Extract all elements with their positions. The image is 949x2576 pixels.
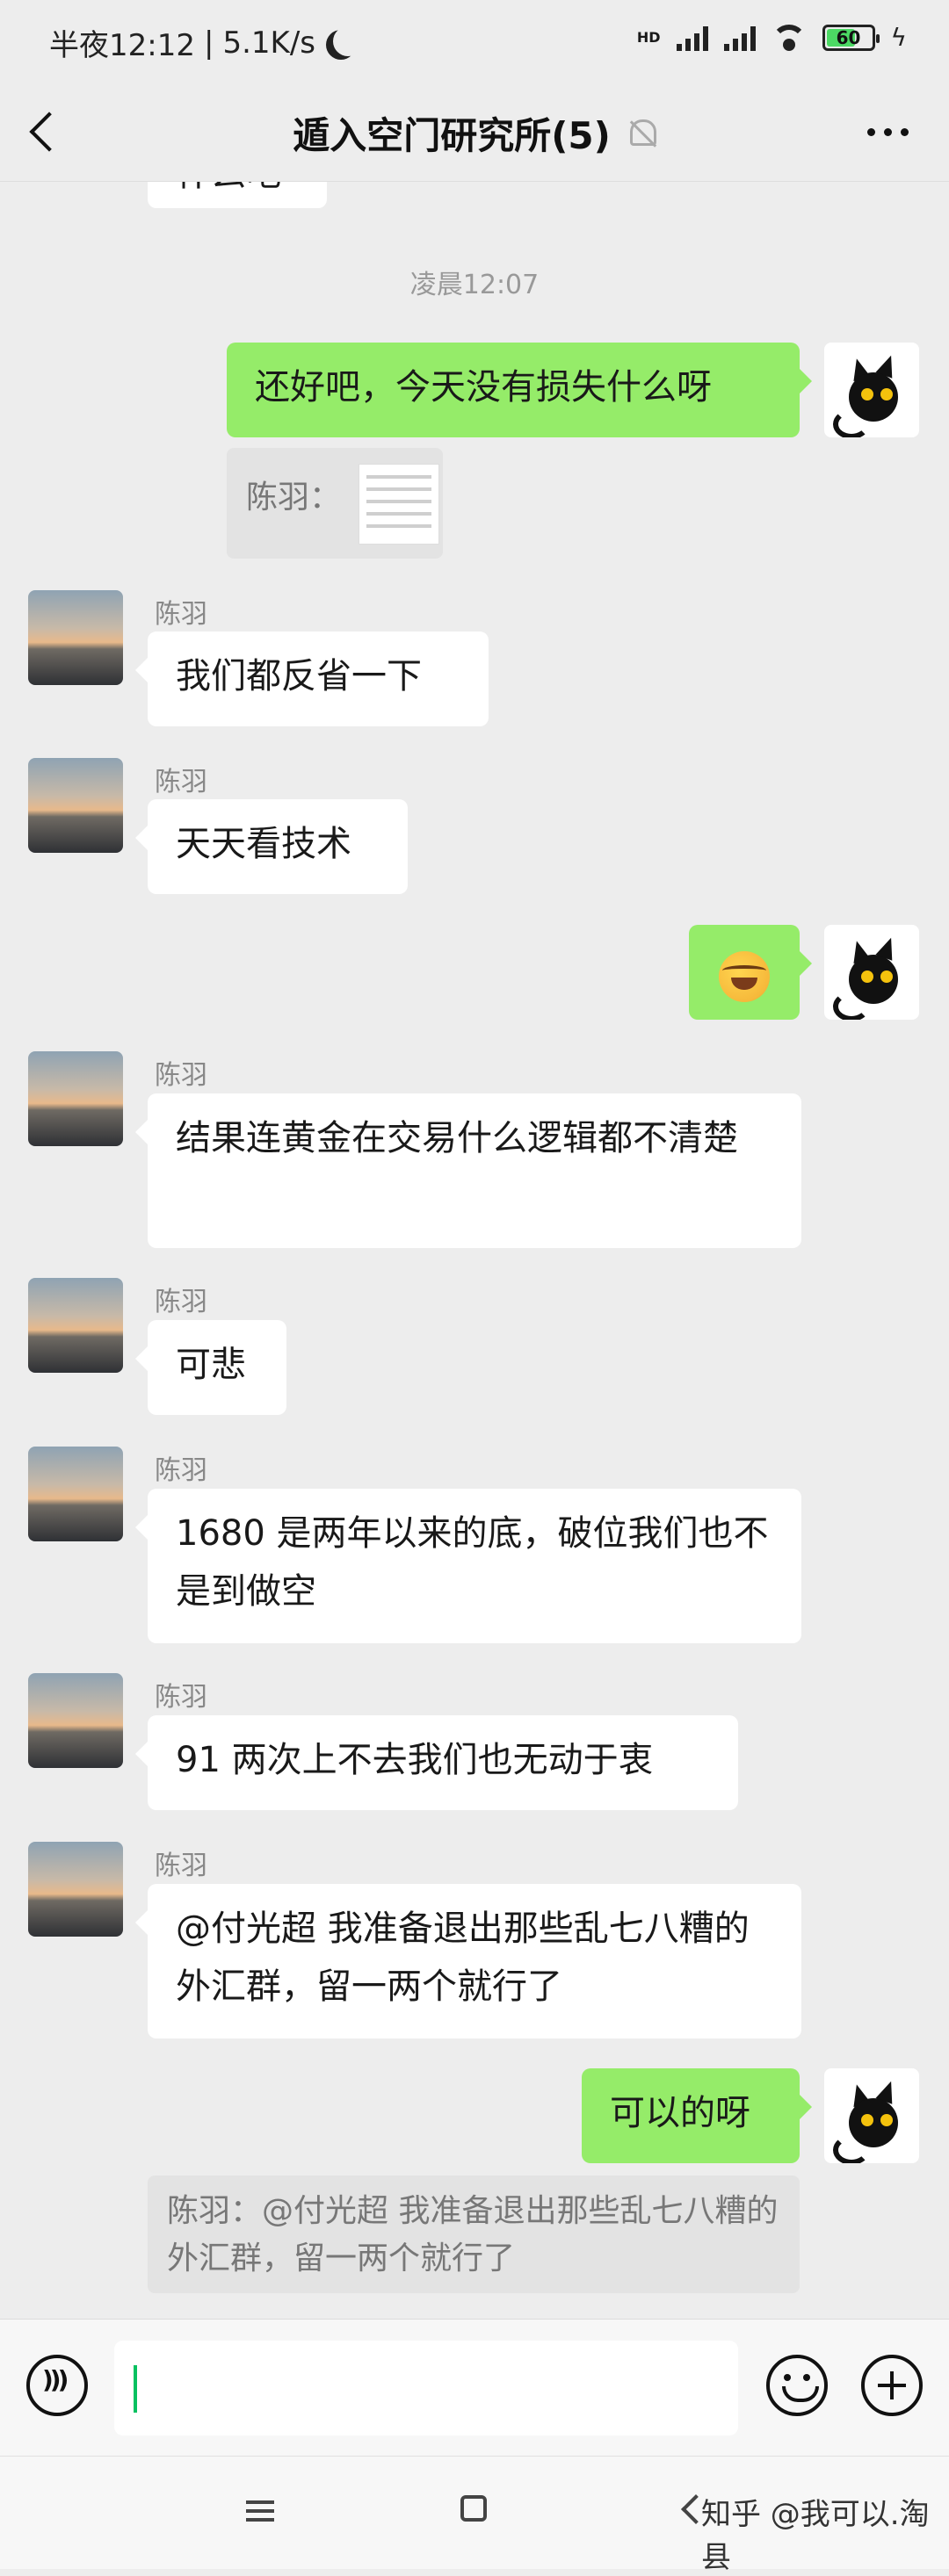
chat-timestamp: 凌晨12:07 bbox=[409, 270, 540, 300]
sender-avatar[interactable] bbox=[28, 758, 123, 853]
hd-label: HD bbox=[636, 29, 661, 46]
message-input[interactable] bbox=[114, 2341, 738, 2435]
status-bar: 半夜12:12 | 5.1K/s HD 60 ϟ bbox=[0, 0, 949, 84]
message-bubble-received[interactable]: 1680 是两年以来的底，破位我们也不是到做空 bbox=[135, 1489, 801, 1643]
sender-avatar[interactable] bbox=[28, 1447, 123, 1541]
quoted-image-reply[interactable]: 陈羽： bbox=[227, 448, 443, 559]
back-icon[interactable] bbox=[29, 112, 69, 152]
charging-icon: ϟ bbox=[890, 23, 907, 52]
chat-title: 遁入空门研究所(5) bbox=[293, 113, 611, 157]
quoted-message-reply[interactable]: 陈羽：@付光超 我准备退出那些乱七八糟的外汇群，留一两个就行了 bbox=[148, 2176, 800, 2293]
sender-avatar[interactable] bbox=[28, 1051, 123, 1146]
laughing-crying-emoji-icon bbox=[719, 951, 770, 1002]
chat-area[interactable]: 什么吧 凌晨12:07 还好吧，今天没有损失什么呀 陈羽： 陈羽 我们都反省一下… bbox=[0, 182, 949, 2316]
system-navigation-bar: 知乎 @我可以.淘县 bbox=[0, 2456, 949, 2575]
status-time: 半夜12:12 bbox=[49, 28, 195, 63]
message-bubble-received[interactable]: 结果连黄金在交易什么逻辑都不清楚 bbox=[135, 1093, 801, 1248]
wifi-icon bbox=[771, 24, 807, 51]
message-bubble-sent-emoji[interactable] bbox=[689, 925, 812, 1020]
message-bubble-received[interactable]: 可悲 bbox=[135, 1320, 286, 1415]
chat-header: 遁入空门研究所(5) bbox=[0, 84, 949, 182]
sender-name: 陈羽 bbox=[155, 1455, 207, 1486]
signal-icon bbox=[676, 25, 708, 51]
my-avatar[interactable] bbox=[824, 2068, 919, 2163]
voice-input-icon[interactable] bbox=[26, 2355, 88, 2416]
message-bubble-received[interactable]: 91 两次上不去我们也无动于衷 bbox=[135, 1715, 738, 1810]
home-icon[interactable] bbox=[460, 2495, 487, 2522]
sender-avatar[interactable] bbox=[28, 1673, 123, 1768]
moon-icon bbox=[333, 26, 363, 56]
my-avatar[interactable] bbox=[824, 343, 919, 437]
message-bubble-sent[interactable]: 还好吧，今天没有损失什么呀 bbox=[227, 343, 812, 437]
emoji-picker-icon[interactable] bbox=[766, 2355, 828, 2416]
sender-name: 陈羽 bbox=[155, 1682, 207, 1713]
input-bar bbox=[0, 2319, 949, 2457]
sender-avatar[interactable] bbox=[28, 1842, 123, 1937]
more-actions-icon[interactable] bbox=[861, 2355, 923, 2416]
sender-name: 陈羽 bbox=[155, 767, 207, 797]
message-bubble-received[interactable]: @付光超 我准备退出那些乱七八糟的外汇群，留一两个就行了 bbox=[135, 1884, 801, 2038]
signal-icon-2 bbox=[723, 25, 756, 51]
message-bubble-received[interactable]: 我们都反省一下 bbox=[135, 631, 489, 726]
more-options-icon[interactable] bbox=[867, 128, 909, 136]
message-bubble-sent[interactable]: 可以的呀 bbox=[582, 2068, 812, 2163]
sender-avatar[interactable] bbox=[28, 1278, 123, 1373]
sender-name: 陈羽 bbox=[155, 1060, 207, 1091]
status-network-speed: 5.1K/s bbox=[222, 25, 315, 61]
text-caret bbox=[134, 2365, 137, 2413]
screenshot-thumbnail[interactable] bbox=[359, 464, 439, 545]
watermark: 知乎 @我可以.淘县 bbox=[701, 2497, 930, 2575]
recent-apps-icon[interactable] bbox=[246, 2500, 274, 2522]
sender-avatar[interactable] bbox=[28, 590, 123, 685]
mute-bell-icon bbox=[629, 119, 656, 146]
sender-name: 陈羽 bbox=[155, 1851, 207, 1881]
message-bubble-partial[interactable]: 什么吧 bbox=[148, 182, 327, 208]
message-bubble-received[interactable]: 天天看技术 bbox=[135, 799, 408, 894]
battery-icon: 60 bbox=[822, 24, 880, 51]
my-avatar[interactable] bbox=[824, 925, 919, 1020]
sender-name: 陈羽 bbox=[155, 599, 207, 630]
sender-name: 陈羽 bbox=[155, 1287, 207, 1317]
